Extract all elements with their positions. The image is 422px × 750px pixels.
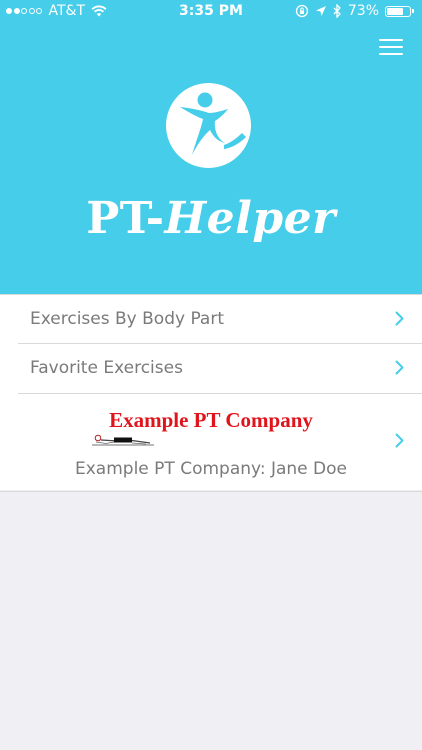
exercise-figure-icon	[92, 434, 154, 446]
status-right: 73%	[289, 3, 414, 19]
app-title-part-1: PT-	[86, 193, 165, 244]
chevron-right-icon	[395, 311, 404, 326]
company-logo-text: Example PT Company	[109, 408, 313, 432]
chevron-right-icon	[395, 433, 404, 448]
battery-fill	[387, 7, 404, 15]
menu-item-label: Favorite Exercises	[30, 358, 183, 378]
battery-tip	[412, 9, 414, 13]
list-bottom-divider	[0, 491, 422, 492]
menu-item-favorite-exercises[interactable]: Favorite Exercises	[0, 344, 422, 392]
battery-icon	[385, 5, 414, 17]
rotation-lock-icon	[295, 4, 309, 18]
company-item[interactable]: Example PT Company Example PT Company: J…	[0, 393, 422, 490]
company-label: Example PT Company: Jane Doe	[75, 459, 347, 479]
status-bar: AT&T 3:35 PM 73%	[0, 0, 422, 24]
location-arrow-icon	[315, 6, 326, 16]
menu-item-exercises-by-body-part[interactable]: Exercises By Body Part	[0, 295, 422, 343]
app-title-part-2: Helper	[164, 193, 336, 244]
person-figure-logo-icon	[166, 83, 251, 168]
menu-list: Exercises By Body Part Favorite Exercise…	[0, 294, 422, 490]
menu-item-label: Exercises By Body Part	[30, 309, 225, 329]
battery-body	[385, 5, 411, 17]
header: AT&T 3:35 PM 73% PT-Helper	[0, 0, 422, 294]
hamburger-menu-icon[interactable]	[376, 34, 408, 60]
chevron-right-icon	[395, 360, 404, 375]
bluetooth-icon	[333, 4, 341, 18]
battery-percent: 73%	[347, 3, 379, 19]
app-title: PT-Helper	[0, 193, 422, 244]
